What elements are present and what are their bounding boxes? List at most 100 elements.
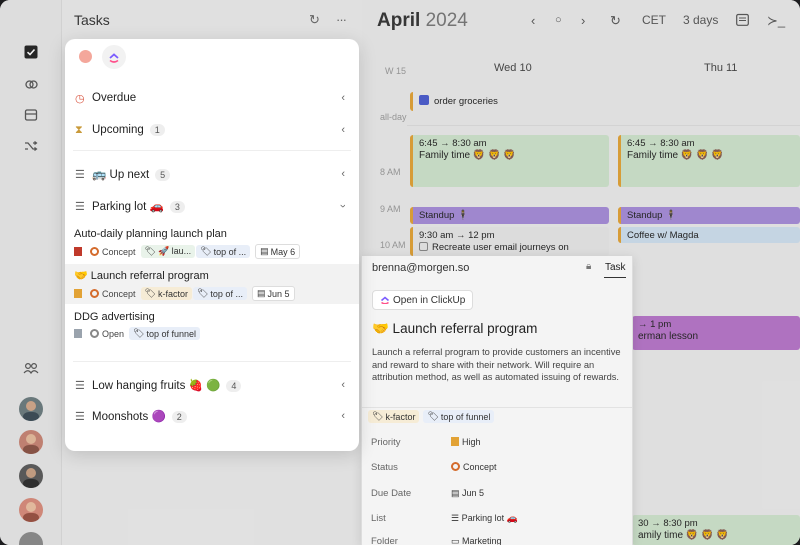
section-label: Overdue [92,92,137,104]
tag-label: top of funnel [440,411,491,422]
section-label: Low hanging fruits 🍓 🟢 [92,380,221,392]
count-badge: 2 [171,411,187,423]
task-item-selected[interactable]: 🤝 Launch referral program Concept 🏷︎ k-fa… [65,264,359,304]
status-icon [90,328,99,338]
priority-value[interactable]: High [451,437,481,447]
list-icon: ☰ [75,379,85,392]
field-label: Status [371,462,398,473]
divider [362,407,632,408]
tag-icon: 🏷︎ [196,288,209,298]
tag-label: top of ... [213,246,247,257]
section-label: 🚌 Up next [92,169,150,181]
task-detail-pane: brenna@morgen.so 🔒︎ Task Open in ClickUp… [361,256,633,545]
field-label: Folder [371,536,398,545]
chevron-left-icon: ‹ [341,92,345,104]
list-icon: ☰ [75,200,85,213]
status-chip: Concept [90,288,136,299]
task-meta: Open 🏷︎ top of funnel [74,327,359,340]
list-icon: ☰ [75,168,85,181]
tag-icon: 🏷︎ [372,411,384,421]
list-value[interactable]: ☰ Parking lot 🚗 [451,513,518,524]
tag-icon: 🏷︎ [144,288,156,298]
flag-icon [74,289,82,298]
section-label: Upcoming [92,124,144,136]
date-chip: ▤ Jun 5 [251,286,295,301]
task-title: 🤝 Launch referral program [74,270,209,282]
status-icon [451,462,460,471]
tag-chip[interactable]: 🏷︎ k-factor [368,410,420,423]
field-value: Concept [463,462,497,472]
count-badge: 3 [169,201,185,213]
tag-icon: 🏷︎ [427,411,439,421]
tag-label: k-factor [157,288,188,299]
tag-chip: 🏷︎ k-factor [140,287,192,300]
field-value: Jun 5 [462,488,485,498]
section-moonshots[interactable]: ☰ Moonshots 🟣 2 ‹ [65,408,359,424]
chevron-left-icon: ‹ [341,124,345,136]
field-row-list: List ☰ Parking lot 🚗 [371,513,633,524]
count-badge: 5 [155,169,171,181]
section-upcoming[interactable]: ⧗ Upcoming 1 ‹ [65,122,359,138]
task-description: Launch a referral program to provide cus… [372,347,621,382]
list-icon: ☰ [75,410,85,423]
chevron-left-icon: ‹ [341,410,345,422]
field-value: High [462,437,481,447]
tag-label: top of funnel [146,328,197,339]
calendar-small-icon: ▤ [260,246,269,256]
chevron-left-icon: ‹ [341,168,345,180]
status-label: Concept [102,246,136,257]
folder-value[interactable]: ▭ Marketing [451,536,502,545]
chevron-left-icon: ‹ [341,379,345,391]
open-button-label: Open in ClickUp [393,295,466,306]
clickup-icon[interactable] [102,45,126,69]
tag-icon: 🏷︎ [200,246,212,256]
status-label: Open [102,328,125,339]
status-value[interactable]: Concept [451,462,497,472]
field-value: Marketing [462,536,502,545]
field-label: Priority [371,437,401,448]
status-icon [90,246,99,256]
tag-chip[interactable]: 🏷︎ top of funnel [423,410,495,423]
divider [73,150,351,151]
open-in-clickup-button[interactable]: Open in ClickUp [372,290,474,310]
tag-icon: 🏷︎ [133,328,145,338]
lock-icon: 🔒︎ [586,261,592,272]
task-tags: 🏷︎ k-factor 🏷︎ top of funnel [368,410,495,423]
section-overdue[interactable]: ◷ Overdue ‹ [65,90,359,106]
tag-label: 🚀 lau... [157,246,192,256]
app-window: Tasks ↻ ··· April 2024 ‹ ○ › ↻ CET 3 day… [0,0,800,545]
field-value: Parking lot 🚗 [461,513,518,523]
tab-underline [604,277,626,278]
section-label: Moonshots 🟣 [92,411,166,423]
account-email: brenna@morgen.so [372,262,470,274]
count-badge: 4 [226,380,242,392]
list-icon: ☰ [451,513,462,523]
task-item[interactable]: DDG advertising Open 🏷︎ top of funnel [65,311,359,347]
tag-chip: 🏷︎ top of funnel [129,327,201,340]
task-title: Auto-daily planning launch plan [74,228,227,240]
clock-icon: ◷ [75,92,85,105]
flag-icon [74,247,82,256]
task-item[interactable]: Auto-daily planning launch plan Concept … [65,228,359,264]
status-icon [90,288,99,298]
task-title: DDG advertising [74,311,155,323]
divider [73,361,351,362]
field-row-due-date: Due Date ▤ Jun 5 [371,488,633,499]
date-label: May 6 [270,246,296,257]
section-parking-lot[interactable]: ☰ Parking lot 🚗 3 ‹ [65,198,359,214]
tag-icon: 🏷︎ [144,246,156,256]
field-row-status: Status Concept [371,462,633,473]
tab-task[interactable]: Task [605,262,626,273]
status-dot [79,50,92,63]
task-lists-popover: ◷ Overdue ‹ ⧗ Upcoming 1 ‹ ☰ 🚌 Up next 5 ‹… [65,39,359,451]
folder-icon: ▭ [451,536,463,545]
status-chip: Open [90,328,125,339]
due-date-value[interactable]: ▤ Jun 5 [451,488,484,499]
section-low-hanging-fruits[interactable]: ☰ Low hanging fruits 🍓 🟢 4 ‹ [65,377,359,393]
calendar-small-icon: ▤ [256,288,266,298]
flag-icon [451,437,459,446]
section-up-next[interactable]: ☰ 🚌 Up next 5 ‹ [65,166,359,182]
tag-chip: 🏷︎ top of ... [192,287,247,300]
field-row-priority: Priority High [371,437,633,448]
field-label: List [371,513,386,524]
